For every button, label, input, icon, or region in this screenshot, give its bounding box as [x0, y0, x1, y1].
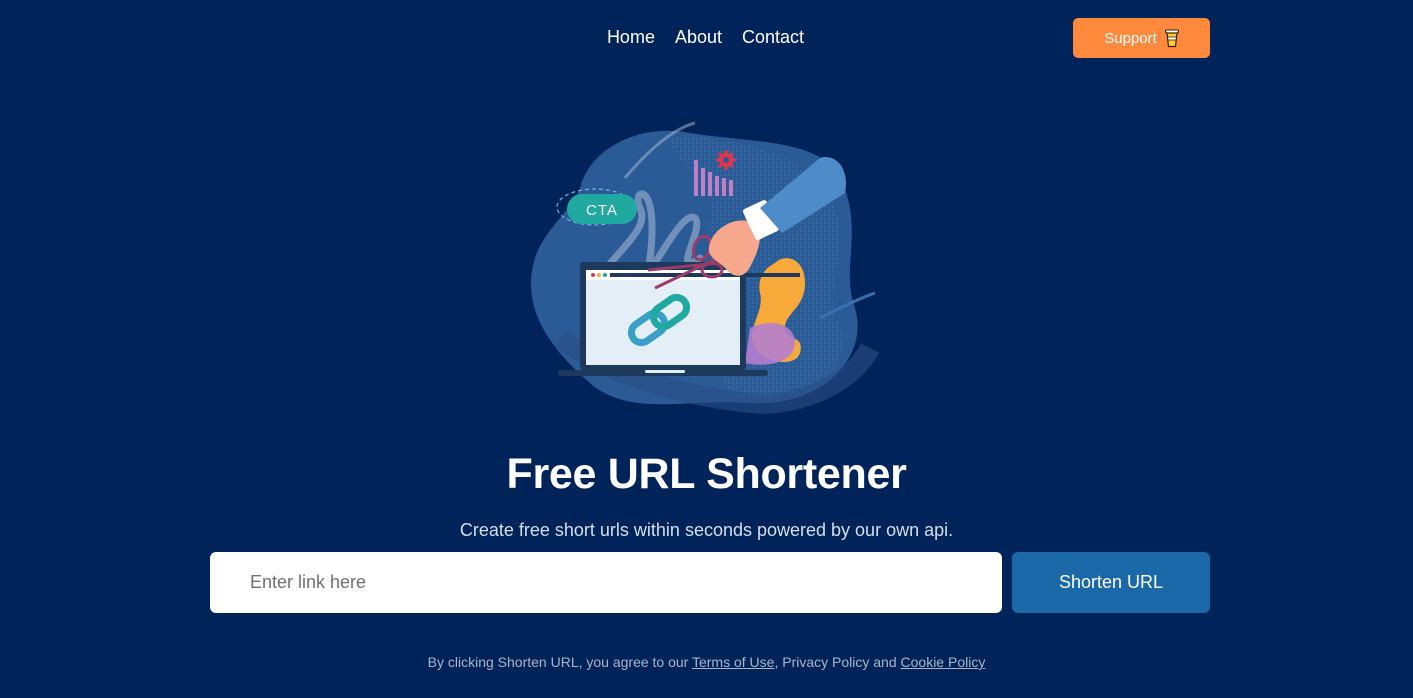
gear-icon	[716, 150, 736, 170]
legal-notice: By clicking Shorten URL, you agree to ou…	[0, 653, 1413, 671]
terms-of-use-link[interactable]: Terms of Use	[692, 654, 774, 670]
shorten-url-button[interactable]: Shorten URL	[1012, 552, 1210, 613]
support-button[interactable]: Support	[1073, 18, 1210, 58]
cookie-policy-link[interactable]: Cookie Policy	[901, 654, 986, 670]
nav-home-link[interactable]: Home	[607, 26, 655, 48]
nav-contact-link[interactable]: Contact	[742, 26, 804, 48]
url-shortener-illustration: CTA	[531, 121, 879, 414]
link-input[interactable]	[210, 552, 1002, 613]
support-button-label: Support	[1104, 29, 1157, 47]
nav-about-link[interactable]: About	[675, 26, 722, 48]
page: Home About Contact Support CTA Free URL …	[0, 0, 1413, 698]
page-subtitle: Create free short urls within seconds po…	[459, 520, 954, 540]
coffee-cup-icon	[1164, 29, 1179, 48]
page-title: Free URL Shortener	[506, 450, 907, 498]
legal-prefix: By clicking Shorten URL, you agree to ou…	[427, 654, 692, 670]
legal-middle: , Privacy Policy and	[774, 654, 901, 670]
cta-badge-text: CTA	[586, 202, 618, 219]
